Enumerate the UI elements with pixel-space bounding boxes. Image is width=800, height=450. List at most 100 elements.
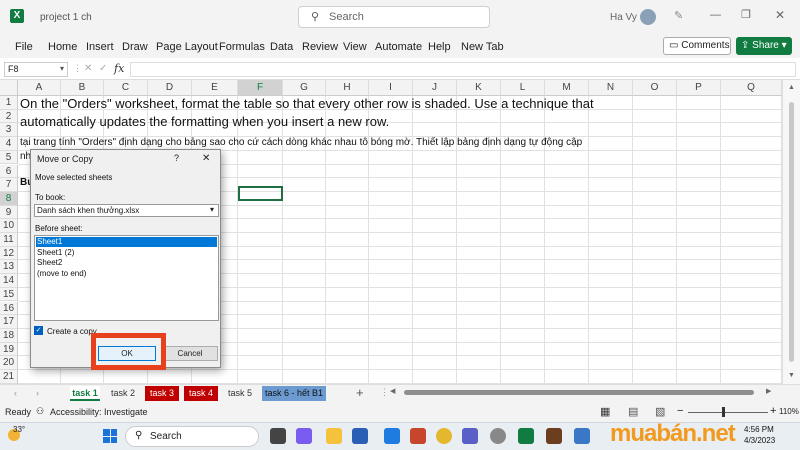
sheet-tab-task1[interactable]: task 1 bbox=[70, 386, 100, 401]
restore-icon[interactable]: ❐ bbox=[741, 8, 751, 21]
column-header-l[interactable]: L bbox=[501, 80, 545, 96]
row-header-14[interactable]: 14 bbox=[0, 274, 18, 288]
column-header-p[interactable]: P bbox=[677, 80, 721, 96]
menu-review[interactable]: Review bbox=[302, 41, 338, 53]
row-header-10[interactable]: 10 bbox=[0, 219, 18, 233]
row-header-8[interactable]: 8 bbox=[0, 191, 18, 206]
row-header-20[interactable]: 20 bbox=[0, 356, 18, 370]
teams-icon[interactable] bbox=[462, 428, 478, 444]
menu-home[interactable]: Home bbox=[48, 41, 77, 53]
zalo-icon[interactable] bbox=[384, 428, 400, 444]
cancel-icon[interactable]: ✕ bbox=[84, 63, 92, 74]
list-item-sheet1[interactable]: Sheet1 bbox=[36, 237, 217, 247]
column-header-n[interactable]: N bbox=[589, 80, 633, 96]
menu-automate[interactable]: Automate bbox=[375, 41, 422, 53]
row-header-1[interactable]: 1 bbox=[0, 96, 18, 110]
zoom-out-icon[interactable]: − bbox=[677, 405, 683, 417]
powerpoint-icon[interactable] bbox=[410, 428, 426, 444]
scroll-down-icon[interactable]: ▼ bbox=[788, 372, 795, 379]
sheet-tab-task3[interactable]: task 3 bbox=[145, 386, 179, 401]
cell-a1[interactable]: On the "Orders" worksheet, format the ta… bbox=[20, 96, 594, 111]
file-explorer-icon[interactable] bbox=[326, 428, 342, 444]
word-icon[interactable] bbox=[352, 428, 368, 444]
sheet-tab-task5[interactable]: task 5 bbox=[222, 386, 258, 401]
row-header-5[interactable]: 5 bbox=[0, 150, 18, 165]
row-header-12[interactable]: 12 bbox=[0, 246, 18, 261]
share-button[interactable]: ⇪ Share ▾ bbox=[736, 37, 792, 55]
select-all-corner[interactable] bbox=[0, 80, 18, 96]
row-header-9[interactable]: 9 bbox=[0, 205, 18, 220]
pen-icon[interactable]: ✎ bbox=[674, 9, 683, 22]
name-box[interactable]: F8 bbox=[4, 62, 68, 77]
zoom-in-icon[interactable]: + bbox=[770, 405, 776, 417]
menu-data[interactable]: Data bbox=[270, 41, 293, 53]
row-header-2[interactable]: 2 bbox=[0, 109, 18, 124]
cell-a2[interactable]: automatically updates the formatting whe… bbox=[20, 114, 389, 129]
chevron-left-icon[interactable]: ‹ bbox=[14, 388, 17, 398]
more-tabs-icon[interactable]: ⋮ bbox=[380, 387, 389, 398]
menu-help[interactable]: Help bbox=[428, 41, 451, 53]
row-header-7[interactable]: 7 bbox=[0, 178, 18, 192]
cancel-button[interactable]: Cancel bbox=[162, 346, 218, 361]
row-header-15[interactable]: 15 bbox=[0, 287, 18, 302]
photos-icon[interactable] bbox=[574, 428, 590, 444]
menu-page-layout[interactable]: Page Layout bbox=[156, 41, 218, 53]
column-header-m[interactable]: M bbox=[545, 80, 589, 96]
list-item-sheet2[interactable]: Sheet2 bbox=[37, 258, 62, 267]
row-header-21[interactable]: 21 bbox=[0, 370, 18, 384]
column-header-j[interactable]: J bbox=[413, 80, 457, 96]
accessibility-status[interactable]: Accessibility: Investigate bbox=[50, 407, 148, 417]
cell-a4[interactable]: tại trang tính "Orders" định dạng cho bả… bbox=[20, 137, 582, 148]
menu-new-tab[interactable]: New Tab bbox=[461, 41, 504, 53]
add-sheet-icon[interactable]: + bbox=[356, 385, 364, 400]
column-header-c[interactable]: C bbox=[104, 80, 148, 96]
search-box[interactable]: ⚲ Search bbox=[298, 6, 490, 28]
zoom-level[interactable]: 110% bbox=[779, 407, 799, 416]
column-header-e[interactable]: E bbox=[192, 80, 238, 96]
page-break-view-icon[interactable]: ▧ bbox=[655, 405, 665, 418]
horizontal-scroll-thumb[interactable] bbox=[404, 390, 754, 395]
chat-icon[interactable] bbox=[296, 428, 312, 444]
column-header-g[interactable]: G bbox=[283, 80, 326, 96]
close-icon[interactable]: ✕ bbox=[202, 153, 210, 164]
scroll-left-icon[interactable]: ◀ bbox=[390, 387, 395, 395]
column-header-o[interactable]: O bbox=[633, 80, 677, 96]
task-view-icon[interactable] bbox=[270, 428, 286, 444]
avatar[interactable] bbox=[640, 9, 656, 25]
row-header-17[interactable]: 17 bbox=[0, 315, 18, 329]
scroll-right-icon[interactable]: ▶ bbox=[766, 387, 771, 395]
scroll-up-icon[interactable]: ▲ bbox=[788, 84, 795, 91]
menu-formulas[interactable]: Formulas bbox=[219, 41, 265, 53]
sheet-tab-task4[interactable]: task 4 bbox=[184, 386, 218, 401]
to-book-select[interactable]: Danh sách khen thưởng.xlsx ▾ bbox=[34, 204, 219, 217]
enter-icon[interactable]: ✓ bbox=[99, 63, 107, 74]
zoom-slider[interactable] bbox=[688, 412, 768, 413]
column-header-d[interactable]: D bbox=[148, 80, 192, 96]
column-header-i[interactable]: I bbox=[369, 80, 413, 96]
chevron-down-icon[interactable]: ▾ bbox=[210, 205, 214, 214]
help-button[interactable]: ? bbox=[174, 153, 179, 163]
column-header-b[interactable]: B bbox=[61, 80, 104, 96]
row-header-18[interactable]: 18 bbox=[0, 328, 18, 343]
create-copy-checkbox[interactable]: ✓ bbox=[34, 326, 43, 335]
minimize-icon[interactable]: — bbox=[710, 9, 721, 21]
column-header-f[interactable]: F bbox=[238, 80, 283, 96]
active-cell-f8[interactable] bbox=[238, 186, 283, 201]
list-item-sheet1-2[interactable]: Sheet1 (2) bbox=[37, 248, 74, 257]
vertical-scrollbar[interactable]: ▲ ▼ bbox=[782, 80, 800, 386]
sheet-tab-task2[interactable]: task 2 bbox=[106, 386, 140, 401]
menu-draw[interactable]: Draw bbox=[122, 41, 148, 53]
row-header-6[interactable]: 6 bbox=[0, 164, 18, 179]
column-header-k[interactable]: K bbox=[457, 80, 501, 96]
row-header-16[interactable]: 16 bbox=[0, 301, 18, 316]
normal-view-icon[interactable]: ▦ bbox=[600, 405, 610, 418]
excel-taskbar-icon[interactable] bbox=[518, 428, 534, 444]
sheet-tab-task6[interactable]: task 6 - hết B1 bbox=[262, 386, 326, 401]
comments-button[interactable]: ▭ Comments bbox=[663, 37, 731, 55]
column-header-h[interactable]: H bbox=[326, 80, 369, 96]
user-name[interactable]: Ha Vy bbox=[610, 12, 637, 23]
row-header-3[interactable]: 3 bbox=[0, 123, 18, 138]
row-header-13[interactable]: 13 bbox=[0, 260, 18, 275]
zoom-slider-thumb[interactable] bbox=[722, 407, 725, 417]
horizontal-scrollbar[interactable]: ◀ ▶ bbox=[390, 388, 778, 397]
